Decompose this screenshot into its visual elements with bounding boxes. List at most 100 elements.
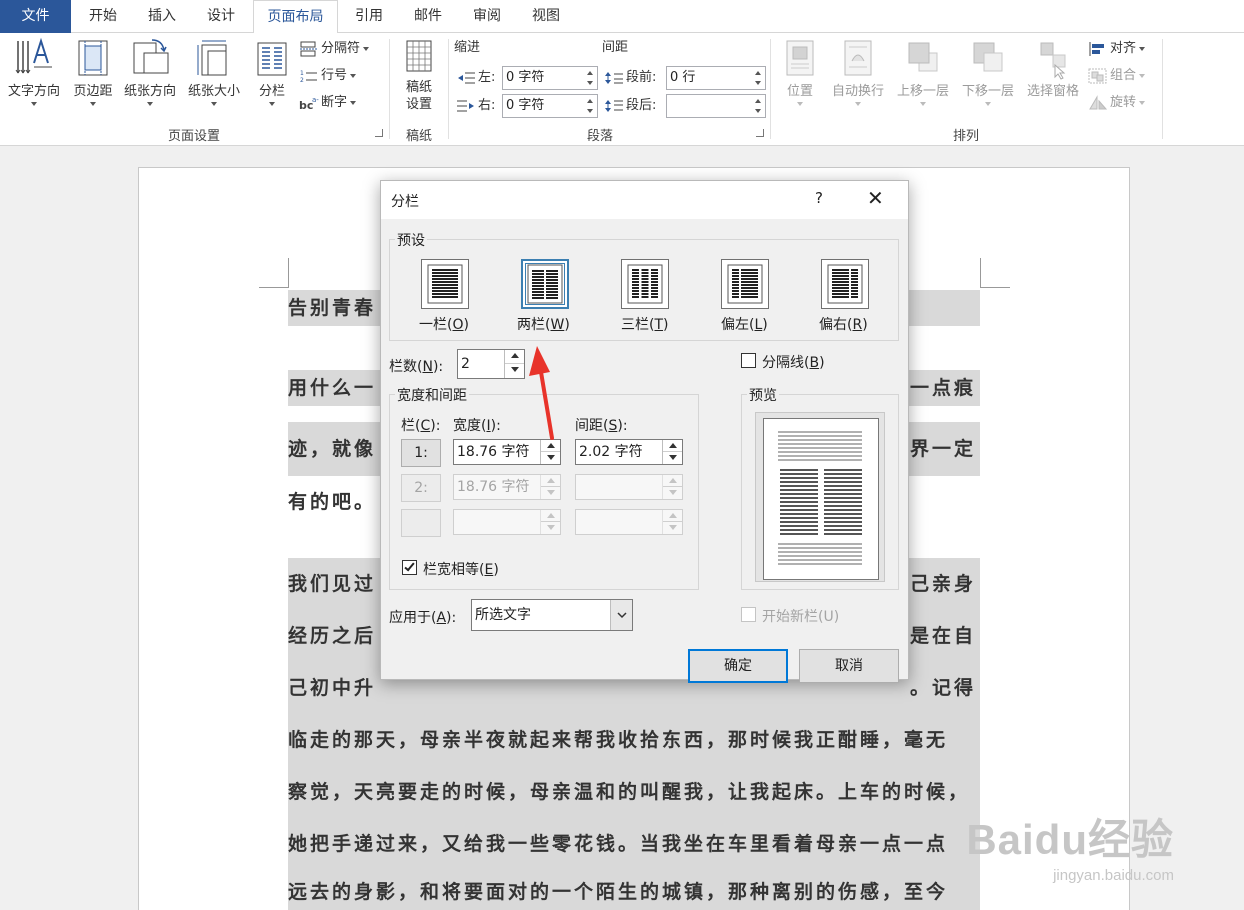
tab-design[interactable]: 设计 [194,0,248,33]
indent-right-field[interactable]: 0 字符 [502,94,598,118]
width-field-3[interactable] [453,509,561,535]
columns-button[interactable]: 分栏 [252,37,292,106]
tab-file[interactable]: 文件 [0,0,71,33]
equal-width-label[interactable]: 栏宽相等(E) [423,559,499,579]
spacing-field-2[interactable] [575,474,683,500]
doc-line[interactable]: 临走的那天，母亲半夜就起来帮我收拾东西，那时候我正酣睡，毫无 [288,714,980,766]
hyphenation-button[interactable]: bc a- 断字 [299,92,357,114]
spacing-after-field[interactable] [666,94,766,118]
width-value-1: 18.76 字符 [457,444,530,460]
preset-left[interactable] [721,259,769,309]
margins-label: 页边距 [73,84,113,99]
preset-left-label[interactable]: 偏左(L) [721,314,768,334]
line-between-checkbox[interactable] [741,353,756,368]
new-column-label[interactable]: 开始新栏(U) [762,606,839,626]
position-button[interactable]: 位置 [778,37,822,106]
group-objects-icon [1088,68,1107,83]
group-divider [1162,39,1163,139]
paragraph-launcher-icon[interactable] [756,129,764,137]
doc-line-text: 告别青春 [288,297,377,319]
spinner-icon[interactable] [662,510,682,534]
width-field-2[interactable]: 18.76 字符 [453,474,561,500]
chevron-down-icon[interactable] [610,600,632,630]
spinner-icon[interactable] [662,440,682,464]
width-field-1[interactable]: 18.76 字符 [453,439,561,465]
help-icon[interactable]: ? [815,189,823,207]
size-button[interactable]: 纸张大小 [183,37,245,106]
num-columns-field[interactable]: 2 [457,349,525,379]
spacing-after-label-wrap: 段后: [604,95,656,117]
tab-home[interactable]: 开始 [76,0,130,33]
group-divider [389,39,390,139]
spacing-field-1[interactable]: 2.02 字符 [575,439,683,465]
line-between-label[interactable]: 分隔线(B) [762,352,825,372]
chevron-down-icon [1139,73,1146,78]
manuscript-group-label: 稿纸 [405,129,432,144]
doc-line[interactable]: 远去的身影，和将要面对的一个陌生的城镇，那种离别的伤感，至今 [288,870,980,910]
col-number-3[interactable] [401,509,441,537]
spinner-icon[interactable] [583,67,597,89]
dialog-titlebar[interactable]: 分栏 ? ✕ [381,181,908,219]
preset-two-columns[interactable] [521,259,569,309]
preview-column-left [780,469,818,537]
tab-review[interactable]: 审阅 [460,0,514,33]
page-setup-launcher-icon[interactable] [375,129,383,137]
rotate-button[interactable]: 旋转 [1088,92,1146,114]
spinner-icon[interactable] [540,475,560,499]
spinner-icon[interactable] [662,475,682,499]
indent-left-field[interactable]: 0 字符 [502,66,598,90]
indent-left-label-wrap: 左: [456,67,495,89]
breaks-button[interactable]: 分隔符 [299,38,370,60]
bring-forward-button[interactable]: 上移一层 [891,37,955,106]
spinner-icon[interactable] [751,95,765,117]
rotate-label: 旋转 [1110,95,1137,110]
doc-line[interactable]: 她把手递过来，又给我一些零花钱。当我坐在车里看着母亲一点一点 [288,818,980,870]
preview-page [763,418,879,580]
close-icon[interactable]: ✕ [867,186,884,210]
width-header: 宽度(I): [453,418,501,434]
orientation-button[interactable]: 纸张方向 [119,37,181,106]
preset-one-column[interactable] [421,259,469,309]
spacing-field-3[interactable] [575,509,683,535]
preset-three-columns[interactable] [621,259,669,309]
line-numbers-button[interactable]: 1 2 行号 [299,65,357,87]
selection-pane-icon [1040,42,1066,80]
preset-right[interactable] [821,259,869,309]
preset-three-columns-label[interactable]: 三栏(T) [621,314,669,334]
tab-view[interactable]: 视图 [519,0,573,33]
group-objects-button[interactable]: 组合 [1088,65,1146,87]
tab-references[interactable]: 引用 [342,0,396,33]
new-column-checkbox[interactable] [741,607,756,622]
tab-page-layout[interactable]: 页面布局 [253,0,338,34]
send-backward-button[interactable]: 下移一层 [956,37,1020,106]
spinner-icon[interactable] [751,67,765,89]
baidu-watermark: Baidu经验 jingyan.baidu.com [966,806,1174,884]
cancel-button[interactable]: 取消 [799,649,899,683]
col-number-2[interactable]: 2: [401,474,441,502]
wrap-text-button[interactable]: 自动换行 [826,37,890,106]
tab-mailings[interactable]: 邮件 [401,0,455,33]
spinner-icon[interactable] [540,510,560,534]
doc-line[interactable]: 察觉，天亮要走的时候，母亲温和的叫醒我，让我起床。上车的时候， [288,766,980,818]
spacing-before-field[interactable]: 0 行 [666,66,766,90]
spinner-icon[interactable] [504,350,524,378]
svg-text:a-: a- [312,96,319,104]
apply-to-select[interactable]: 所选文字 [471,599,633,631]
text-direction-button[interactable]: 文字方向 [3,37,65,106]
align-button[interactable]: 对齐 [1088,38,1146,60]
preset-right-label[interactable]: 偏右(R) [819,314,868,334]
margins-button[interactable]: 页边距 [67,37,119,106]
preset-two-columns-label[interactable]: 两栏(W) [517,314,570,334]
chevron-down-icon [31,102,37,106]
ok-button[interactable]: 确定 [688,649,788,683]
tab-insert[interactable]: 插入 [135,0,189,33]
selection-pane-button[interactable]: 选择窗格 [1021,37,1085,100]
presets-legend: 预设 [395,230,427,250]
preset-one-column-label[interactable]: 一栏(O) [419,314,469,334]
equal-width-checkbox[interactable] [402,560,417,575]
col-number-1[interactable]: 1: [401,439,441,467]
spinner-icon[interactable] [583,95,597,117]
manuscript-settings-button[interactable]: 稿纸 设置 [396,37,442,113]
indent-right-value: 0 字符 [506,98,545,113]
spinner-icon[interactable] [540,440,560,464]
